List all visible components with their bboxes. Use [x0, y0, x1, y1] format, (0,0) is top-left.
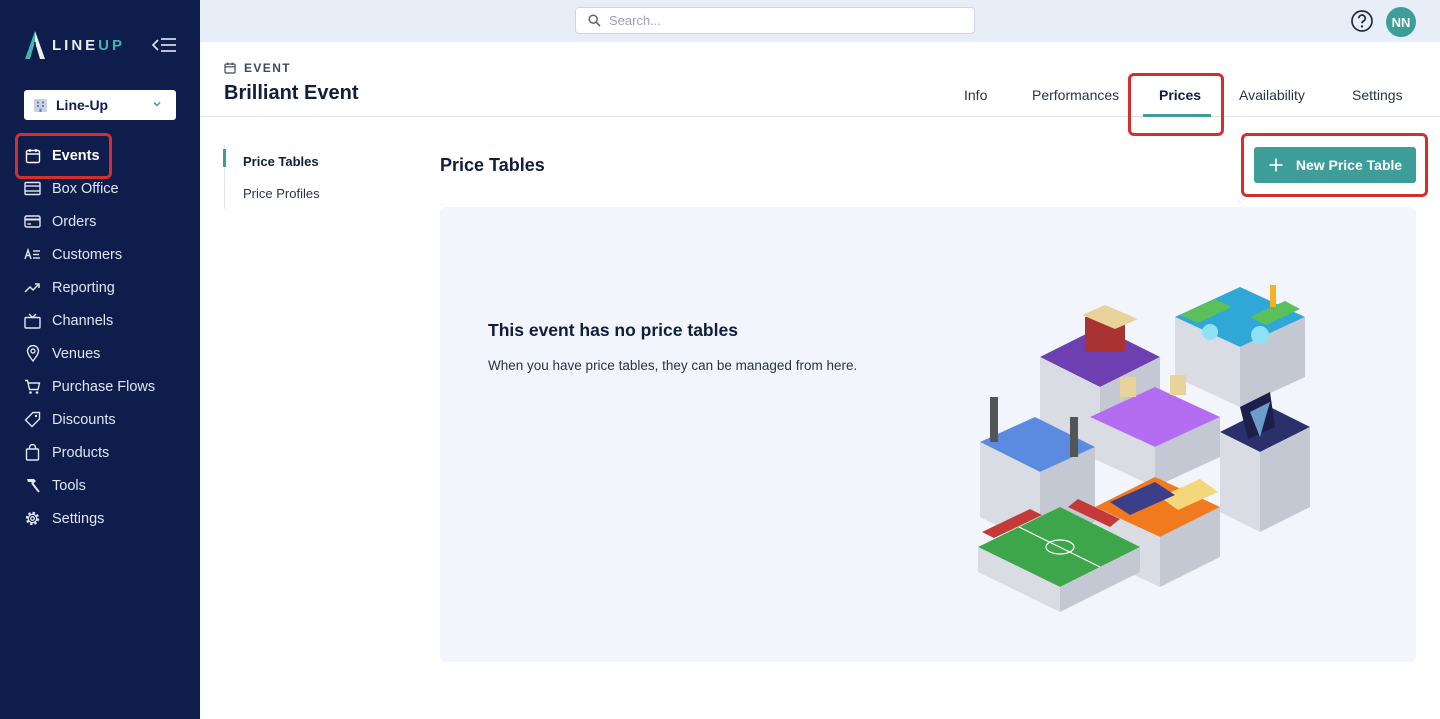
- new-price-table-label: New Price Table: [1295, 157, 1403, 173]
- event-tabs: Info Performances Prices Availability Se…: [200, 42, 1440, 117]
- sidebar-item-discounts[interactable]: Discounts: [0, 403, 200, 436]
- empty-state-description: When you have price tables, they can be …: [488, 358, 858, 373]
- hammer-icon: [24, 477, 41, 494]
- help-button[interactable]: [1350, 9, 1374, 33]
- logo-text: LINEUP: [52, 36, 126, 54]
- empty-state-card: This event has no price tables When you …: [440, 207, 1416, 662]
- lineup-logo[interactable]: LINEUP: [24, 30, 125, 60]
- user-avatar[interactable]: NN: [1386, 7, 1416, 37]
- collapse-sidebar-button[interactable]: [151, 35, 178, 55]
- building-icon: [34, 98, 47, 112]
- organization-name: Line-Up: [56, 97, 109, 113]
- shopping-bag-icon: [24, 444, 41, 461]
- search-input[interactable]: [609, 13, 949, 28]
- section-title: Price Tables: [440, 155, 545, 175]
- chevron-down-icon: [153, 101, 161, 107]
- sidebar-item-reporting[interactable]: Reporting: [0, 271, 200, 304]
- tab-performances[interactable]: Performances: [1032, 87, 1119, 103]
- plus-icon: [1269, 158, 1283, 172]
- new-price-table-button[interactable]: New Price Table: [1254, 147, 1416, 183]
- search-box[interactable]: [575, 7, 975, 34]
- sidebar-item-label: Discounts: [52, 411, 116, 428]
- sidebar-item-label: Customers: [52, 246, 123, 263]
- tab-info[interactable]: Info: [964, 87, 987, 103]
- sidebar-item-purchase-flows[interactable]: Purchase Flows: [0, 370, 200, 403]
- ticket-icon: [24, 180, 41, 197]
- sidebar-item-tools[interactable]: Tools: [0, 469, 200, 502]
- sidebar: LINEUP Line-Up Events Box Office Orders …: [0, 0, 200, 719]
- sidebar-item-events[interactable]: Events: [0, 139, 200, 172]
- logo-mark-icon: [25, 31, 45, 59]
- sidebar-item-settings[interactable]: Settings: [0, 502, 200, 535]
- sidebar-item-label: Orders: [52, 213, 97, 230]
- sidebar-item-label: Box Office: [52, 180, 119, 197]
- help-icon: [1351, 10, 1373, 32]
- sidebar-item-label: Products: [52, 444, 110, 461]
- search-icon: [588, 14, 601, 27]
- top-bar: NN: [200, 0, 1440, 42]
- sidebar-item-label: Venues: [52, 345, 101, 362]
- sidebar-item-products[interactable]: Products: [0, 436, 200, 469]
- tv-icon: [24, 312, 41, 329]
- sidebar-item-customers[interactable]: Customers: [0, 238, 200, 271]
- sidebar-item-label: Reporting: [52, 279, 115, 296]
- active-tab-indicator: [1143, 114, 1211, 117]
- organization-select[interactable]: Line-Up: [24, 90, 176, 120]
- trend-chart-icon: [24, 279, 41, 296]
- event-header: EVENT Brilliant Event Info Performances …: [200, 42, 1440, 117]
- sidebar-item-label: Events: [52, 147, 100, 164]
- subnav-price-profiles[interactable]: Price Profiles: [225, 177, 374, 209]
- calendar-icon: [24, 147, 41, 164]
- gear-icon: [24, 510, 41, 527]
- map-pin-icon: [24, 345, 41, 362]
- credit-card-icon: [24, 213, 41, 230]
- tab-settings[interactable]: Settings: [1352, 87, 1403, 103]
- cart-icon: [24, 378, 41, 395]
- sidebar-item-label: Purchase Flows: [52, 378, 156, 395]
- sidebar-item-label: Channels: [52, 312, 114, 329]
- empty-state-title: This event has no price tables: [488, 320, 738, 340]
- sidebar-item-box-office[interactable]: Box Office: [0, 172, 200, 205]
- sidebar-item-label: Settings: [52, 510, 105, 527]
- contact-list-icon: [24, 246, 41, 263]
- sidebar-item-orders[interactable]: Orders: [0, 205, 200, 238]
- sidebar-nav: Events Box Office Orders Customers Repor…: [0, 139, 200, 535]
- subnav-price-tables[interactable]: Price Tables: [223, 145, 374, 177]
- sidebar-item-venues[interactable]: Venues: [0, 337, 200, 370]
- tab-availability[interactable]: Availability: [1239, 87, 1305, 103]
- collapse-menu-icon: [151, 38, 176, 52]
- sidebar-item-channels[interactable]: Channels: [0, 304, 200, 337]
- prices-subnav: Price Tables Price Profiles: [223, 145, 374, 209]
- venues-illustration: [978, 285, 1310, 612]
- tag-icon: [24, 411, 41, 428]
- sidebar-item-label: Tools: [52, 477, 86, 494]
- tab-prices[interactable]: Prices: [1159, 87, 1201, 103]
